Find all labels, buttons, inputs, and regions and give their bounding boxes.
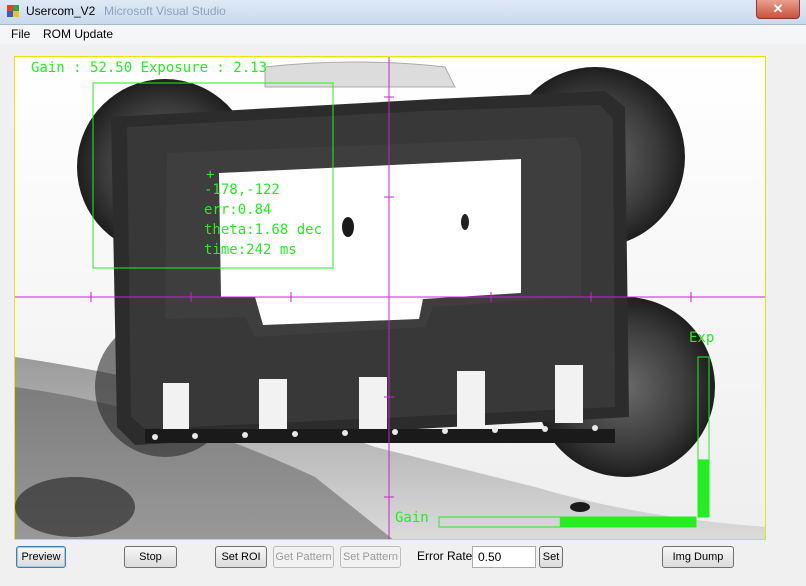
background-window-title: Microsoft Visual Studio [104, 4, 226, 18]
preview-button[interactable]: Preview [16, 546, 66, 568]
gain-exposure-readout: Gain : 52.50 Exposure : 2.13 [31, 60, 268, 76]
window-title: Usercom_V2 [26, 4, 96, 18]
set-error-rate-button[interactable]: Set [539, 546, 563, 568]
exposure-label: Exp [689, 330, 715, 346]
match-error: err:0.84 [204, 202, 272, 218]
error-rate-label: Error Rate [417, 549, 473, 563]
app-icon [7, 5, 19, 17]
exposure-level-fill [698, 459, 709, 517]
match-theta: theta:1.68 dec [204, 222, 323, 238]
title-bar: Usercom_V2 Microsoft Visual Studio ✕ [0, 0, 806, 25]
menu-rom-update[interactable]: ROM Update [43, 27, 113, 41]
img-dump-button[interactable]: Img Dump [662, 546, 734, 568]
camera-image [15, 57, 765, 539]
close-button[interactable]: ✕ [756, 0, 800, 19]
error-rate-input[interactable]: 0.50 [472, 546, 536, 568]
stop-button[interactable]: Stop [124, 546, 177, 568]
close-icon: ✕ [772, 1, 784, 16]
set-roi-button[interactable]: Set ROI [215, 546, 267, 568]
set-pattern-button[interactable]: Set Pattern [340, 546, 401, 568]
gain-level-fill [559, 517, 696, 527]
gain-label: Gain [395, 510, 429, 526]
get-pattern-button[interactable]: Get Pattern [273, 546, 334, 568]
match-time: time:242 ms [204, 242, 297, 258]
match-coords: -178,-122 [204, 182, 280, 198]
menu-bar: File ROM Update [0, 25, 806, 44]
menu-file[interactable]: File [11, 27, 30, 41]
camera-view[interactable]: Gain : 52.50 Exposure : 2.13 + -178,-122… [14, 56, 766, 540]
